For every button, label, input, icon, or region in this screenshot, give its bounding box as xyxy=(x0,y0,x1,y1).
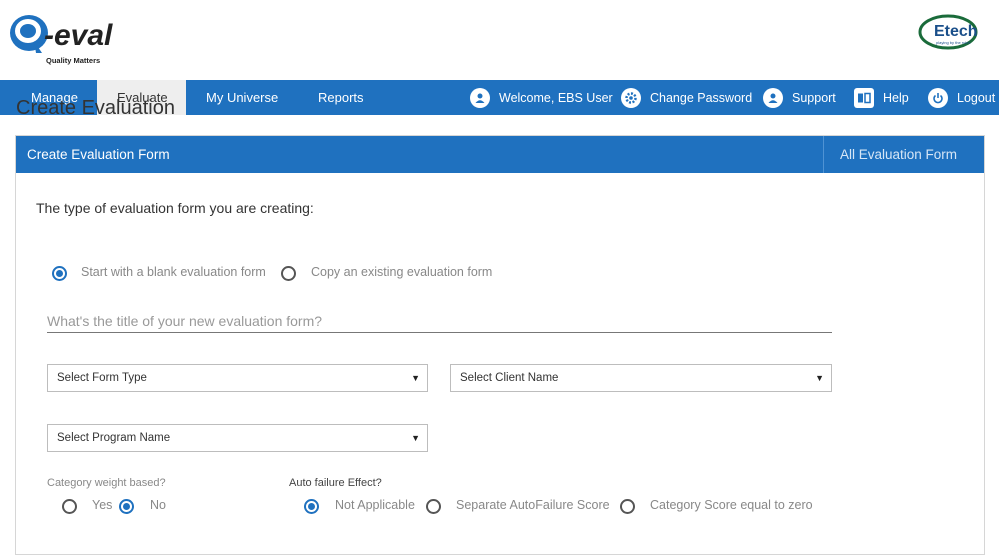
welcome-label: Welcome, EBS User xyxy=(499,90,613,105)
support-label: Support xyxy=(792,90,836,105)
nav-my-universe[interactable]: My Universe xyxy=(206,80,278,115)
gear-icon xyxy=(621,87,641,108)
radio-not-applicable[interactable] xyxy=(304,499,319,514)
chevron-down-icon: ▼ xyxy=(815,373,824,383)
radio-copy-existing[interactable] xyxy=(281,266,296,281)
nav-reports[interactable]: Reports xyxy=(318,80,364,115)
chevron-down-icon: ▼ xyxy=(411,433,420,443)
all-evaluation-form-link[interactable]: All Evaluation Form xyxy=(823,136,984,173)
form-type-select[interactable]: Select Form Type ▼ xyxy=(47,364,428,392)
svg-text:Etech: Etech xyxy=(934,23,978,40)
help-label: Help xyxy=(883,90,909,105)
user-icon xyxy=(470,87,490,108)
not-applicable-label: Not Applicable xyxy=(335,498,415,512)
form-type-prompt: The type of evaluation form you are crea… xyxy=(36,200,314,216)
program-name-select[interactable]: Select Program Name ▼ xyxy=(47,424,428,452)
radio-start-blank[interactable] xyxy=(52,266,67,281)
client-name-select[interactable]: Select Client Name ▼ xyxy=(450,364,832,392)
logo-tagline: Quality Matters xyxy=(46,56,100,65)
card-title: Create Evaluation Form xyxy=(27,147,170,162)
radio-weight-no[interactable] xyxy=(119,499,134,514)
auto-failure-label: Auto failure Effect? xyxy=(289,477,382,489)
radio-separate-autofailure[interactable] xyxy=(426,499,441,514)
book-icon xyxy=(854,87,874,108)
create-evaluation-card: Create Evaluation Form All Evaluation Fo… xyxy=(15,135,985,555)
app-header: -eval Quality Matters Etech playing by t… xyxy=(0,0,999,80)
form-title-input[interactable] xyxy=(47,310,832,333)
radio-category-zero[interactable] xyxy=(620,499,635,514)
card-header: Create Evaluation Form All Evaluation Fo… xyxy=(16,136,984,173)
power-icon xyxy=(928,87,948,108)
svg-text:playing by the rules: playing by the rules xyxy=(936,40,970,45)
logout-label: Logout xyxy=(957,90,996,105)
change-password-label: Change Password xyxy=(650,90,753,105)
chevron-down-icon: ▼ xyxy=(411,373,420,383)
support-link[interactable]: Support xyxy=(763,80,836,115)
radio-weight-yes[interactable] xyxy=(62,499,77,514)
weight-no-label: No xyxy=(150,498,166,512)
logout-link[interactable]: Logout xyxy=(928,80,995,115)
change-password-link[interactable]: Change Password xyxy=(621,80,752,115)
support-icon xyxy=(763,87,783,108)
client-name-value: Select Client Name xyxy=(460,372,559,384)
program-name-value: Select Program Name xyxy=(57,432,171,444)
copy-existing-label: Copy an existing evaluation form xyxy=(311,265,493,279)
etech-logo[interactable]: Etech playing by the rules xyxy=(916,14,986,50)
qeval-logo[interactable]: -eval Quality Matters xyxy=(6,9,116,67)
page-title: Create Evaluation xyxy=(16,97,175,119)
welcome-user[interactable]: Welcome, EBS User xyxy=(470,80,613,115)
category-zero-label: Category Score equal to zero xyxy=(650,498,813,512)
separate-autofailure-label: Separate AutoFailure Score xyxy=(456,498,610,512)
help-link[interactable]: Help xyxy=(854,80,909,115)
category-weight-label: Category weight based? xyxy=(47,477,166,489)
weight-yes-label: Yes xyxy=(92,498,113,512)
svg-text:-eval: -eval xyxy=(44,19,113,52)
start-blank-label: Start with a blank evaluation form xyxy=(81,265,266,279)
form-type-value: Select Form Type xyxy=(57,372,147,384)
